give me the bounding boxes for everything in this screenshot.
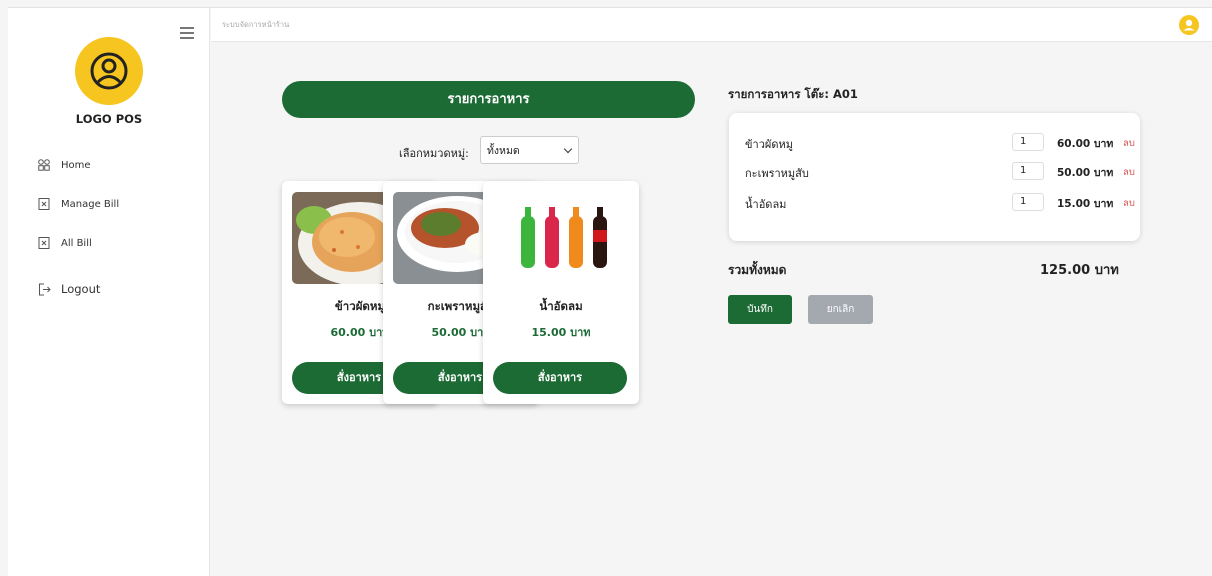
sidebar-item-label: All Bill [61,237,92,249]
order-item-name: ข้าวผัดหมู [745,138,793,151]
category-selected-value: ทั้งหมด [487,144,520,157]
order-item-amount: 60.00 บาท [1057,138,1114,150]
order-row: ข้าวผัดหมู 1 60.00 บาท ลบ [741,133,1140,153]
sidebar-item-all-bill[interactable]: All Bill [38,233,92,253]
quantity-input[interactable]: 1 [1012,193,1044,211]
order-row: น้ำอัดลม 1 15.00 บาท ลบ [741,193,1140,213]
sidebar-item-label: Manage Bill [61,198,120,210]
menu-card: น้ำอัดลม 15.00 บาท สั่งอาหาร [483,181,639,404]
order-list: ข้าวผัดหมู 1 60.00 บาท ลบ กะเพราหมูสับ 1… [729,113,1140,241]
delete-link[interactable]: ลบ [1123,196,1135,211]
order-item-name: น้ำอัดลม [745,198,787,211]
quantity-input[interactable]: 1 [1012,133,1044,151]
card-name: น้ำอัดลม [539,299,583,313]
grid-icon [38,159,50,171]
cancel-button[interactable]: ยกเลิก [808,295,873,324]
bill-icon [38,237,50,249]
logo-text: LOGO POS [75,112,143,126]
order-row: กะเพราหมูสับ 1 50.00 บาท ลบ [741,162,1140,182]
sidebar-item-manage-bill[interactable]: Manage Bill [38,194,119,214]
logout-icon [38,283,51,296]
sidebar: LOGO POS Home Manage Bill All Bill Logou… [8,8,210,576]
category-select[interactable]: ทั้งหมด [480,136,579,164]
order-item-amount: 50.00 บาท [1057,167,1114,179]
order-item-name: กะเพราหมูสับ [745,167,809,180]
logo-avatar-icon [75,37,143,105]
total-value: 125.00 บาท [1040,263,1119,278]
top-bar: ระบบจัดการหน้าร้าน [211,8,1212,42]
delete-link[interactable]: ลบ [1123,165,1135,180]
sidebar-item-label: Home [61,159,91,171]
category-label: เลือกหมวดหมู่: [399,147,469,160]
delete-link[interactable]: ลบ [1123,136,1135,151]
save-button[interactable]: บันทึก [728,295,792,324]
user-circle-icon[interactable] [1179,15,1199,35]
menu-toggle-icon[interactable] [180,27,194,39]
sidebar-item-home[interactable]: Home [38,155,91,175]
food-image [493,192,629,284]
card-price: 15.00 บาท [531,326,591,339]
total-label: รวมทั้งหมด [728,263,787,277]
order-title: รายการอาหาร โต๊ะ: A01 [728,87,858,101]
chevron-down-icon [563,144,573,154]
page-title: ระบบจัดการหน้าร้าน [222,20,290,29]
order-item-amount: 15.00 บาท [1057,198,1114,210]
sidebar-item-label: Logout [61,282,101,296]
bill-icon [38,198,50,210]
menu-header: รายการอาหาร [282,81,695,118]
order-button[interactable]: สั่งอาหาร [493,362,627,394]
sidebar-item-logout[interactable]: Logout [38,279,100,299]
quantity-input[interactable]: 1 [1012,162,1044,180]
